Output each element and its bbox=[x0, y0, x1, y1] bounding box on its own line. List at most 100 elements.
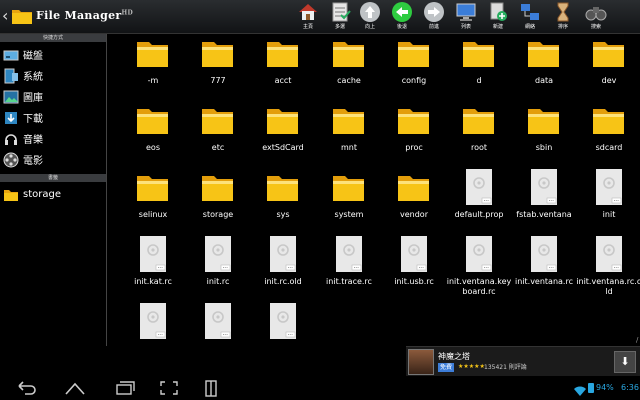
file-name: config bbox=[401, 76, 427, 85]
sidebar-item-video[interactable]: 電影 bbox=[0, 149, 106, 170]
file-name: init.rc bbox=[206, 277, 230, 286]
folder-item[interactable]: vendor bbox=[381, 168, 447, 234]
toolbar-label: 前進 bbox=[428, 24, 439, 30]
file-name: fstab.ventana bbox=[516, 210, 572, 219]
file-icon bbox=[134, 235, 172, 273]
sidebar-item-storage[interactable]: storage bbox=[0, 184, 106, 205]
file-item[interactable]: init.kat.rc bbox=[120, 235, 186, 301]
folder-item[interactable]: eos bbox=[120, 101, 186, 167]
arrow-left-icon bbox=[386, 1, 418, 23]
folder-item[interactable]: d bbox=[446, 34, 512, 100]
nav-fullscreen-icon[interactable] bbox=[156, 378, 182, 398]
folder-item[interactable]: sdcard bbox=[576, 101, 640, 167]
ad-free-badge: 免費 bbox=[438, 363, 455, 372]
sidebar-item-system[interactable]: 系統 bbox=[0, 65, 106, 86]
folder-item[interactable]: system bbox=[316, 168, 382, 234]
file-name: cache bbox=[337, 76, 361, 85]
file-name: 777 bbox=[210, 76, 226, 85]
folder-item[interactable]: 777 bbox=[185, 34, 251, 100]
file-item[interactable] bbox=[250, 302, 316, 368]
folder-icon bbox=[330, 168, 368, 206]
file-item[interactable]: init bbox=[576, 168, 640, 234]
folder-item[interactable]: selinux bbox=[120, 168, 186, 234]
ad-corner-mark: / bbox=[636, 336, 639, 344]
folder-icon bbox=[264, 101, 302, 139]
sidebar-item-label: 電影 bbox=[23, 156, 43, 167]
nav-back-icon[interactable] bbox=[14, 378, 40, 398]
folder-item[interactable]: -m bbox=[120, 34, 186, 100]
folder-item[interactable]: storage bbox=[185, 168, 251, 234]
folder-item[interactable]: root bbox=[446, 101, 512, 167]
ad-banner[interactable]: 神魔之塔 免費 ★★★★★ 135421 則評論 ⬇ bbox=[406, 346, 640, 376]
file-grid: -m 777 acct cache config d data dev eos etc extSdC… bbox=[120, 34, 640, 346]
sidebar-item-music[interactable]: 音樂 bbox=[0, 128, 106, 149]
folder-item[interactable]: acct bbox=[250, 34, 316, 100]
multi-select-button[interactable]: 多選 bbox=[324, 1, 356, 33]
file-item[interactable]: init.rc.old bbox=[250, 235, 316, 301]
folder-icon bbox=[395, 101, 433, 139]
file-item[interactable]: default.prop bbox=[446, 168, 512, 234]
sidebar-item-pictures[interactable]: 圖庫 bbox=[0, 86, 106, 107]
nav-recent-icon[interactable] bbox=[112, 378, 138, 398]
file-item[interactable]: init.ventana.keyboard.rc bbox=[446, 235, 512, 301]
file-icon bbox=[199, 235, 237, 273]
file-item[interactable]: init.rc bbox=[185, 235, 251, 301]
folder-icon bbox=[395, 34, 433, 72]
battery-level: 94% bbox=[596, 383, 614, 392]
download-arrow-icon[interactable]: ⬇ bbox=[614, 351, 636, 373]
network-button[interactable]: 網絡 bbox=[514, 1, 546, 33]
folder-icon bbox=[199, 34, 237, 72]
sidebar-item-label: 系統 bbox=[23, 72, 43, 83]
monitor-icon bbox=[450, 1, 482, 23]
folder-item[interactable]: sys bbox=[250, 168, 316, 234]
nav-split-icon[interactable] bbox=[198, 378, 224, 398]
file-item[interactable]: init.trace.rc bbox=[316, 235, 382, 301]
file-name: vendor bbox=[400, 210, 428, 219]
list-view-button[interactable]: 列表 bbox=[450, 1, 482, 33]
nav-home-icon[interactable] bbox=[62, 378, 88, 398]
app-title: File ManagerHD bbox=[36, 9, 133, 22]
ad-game-thumbnail[interactable] bbox=[408, 349, 434, 375]
file-name: proc bbox=[405, 143, 423, 152]
folder-item[interactable]: data bbox=[511, 34, 577, 100]
toolbar-label: 新建 bbox=[492, 24, 503, 30]
file-item[interactable] bbox=[120, 302, 186, 368]
file-name: init.usb.rc bbox=[394, 277, 434, 286]
file-item[interactable]: fstab.ventana bbox=[511, 168, 577, 234]
folder-item[interactable]: extSdCard bbox=[250, 101, 316, 167]
folder-item[interactable]: sbin bbox=[511, 101, 577, 167]
folder-icon bbox=[330, 34, 368, 72]
folder-item[interactable]: etc bbox=[185, 101, 251, 167]
sidebar-item-disk[interactable]: 磁盤 bbox=[0, 44, 106, 65]
folder-item[interactable]: mnt bbox=[316, 101, 382, 167]
home-button[interactable]: 主頁 bbox=[292, 1, 324, 33]
disk-icon bbox=[3, 47, 19, 63]
search-button[interactable]: 搜索 bbox=[580, 1, 612, 33]
file-item[interactable]: init.usb.rc bbox=[381, 235, 447, 301]
sidebar: 快捷方式 磁盤 系統 圖庫 下載 音樂 電影 書籤 storage bbox=[0, 34, 107, 346]
up-button[interactable]: 向上 bbox=[354, 1, 386, 33]
file-item[interactable]: init.ventana.rc bbox=[511, 235, 577, 301]
network-icon bbox=[514, 1, 546, 23]
back-button[interactable]: 後退 bbox=[386, 1, 418, 33]
file-name: system bbox=[334, 210, 364, 219]
file-name: init.ventana.rc bbox=[515, 277, 573, 286]
folder-item[interactable]: config bbox=[381, 34, 447, 100]
file-name: dev bbox=[601, 76, 617, 85]
sidebar-item-downloads[interactable]: 下載 bbox=[0, 107, 106, 128]
file-icon bbox=[525, 235, 563, 273]
forward-button[interactable]: 前進 bbox=[418, 1, 450, 33]
new-folder-button[interactable]: 新建 bbox=[482, 1, 514, 33]
sidebar-item-label: 音樂 bbox=[23, 135, 43, 146]
sort-button[interactable]: 排序 bbox=[547, 1, 579, 33]
file-name: init.rc.old bbox=[264, 277, 302, 286]
file-name: init bbox=[602, 210, 616, 219]
folder-item[interactable]: dev bbox=[576, 34, 640, 100]
folder-item[interactable]: cache bbox=[316, 34, 382, 100]
file-item[interactable]: init.ventana.rc.old bbox=[576, 235, 640, 301]
hourglass-icon bbox=[547, 1, 579, 23]
new-folder-icon bbox=[482, 1, 514, 23]
folder-item[interactable]: proc bbox=[381, 101, 447, 167]
file-item[interactable] bbox=[185, 302, 251, 368]
folder-icon bbox=[264, 168, 302, 206]
